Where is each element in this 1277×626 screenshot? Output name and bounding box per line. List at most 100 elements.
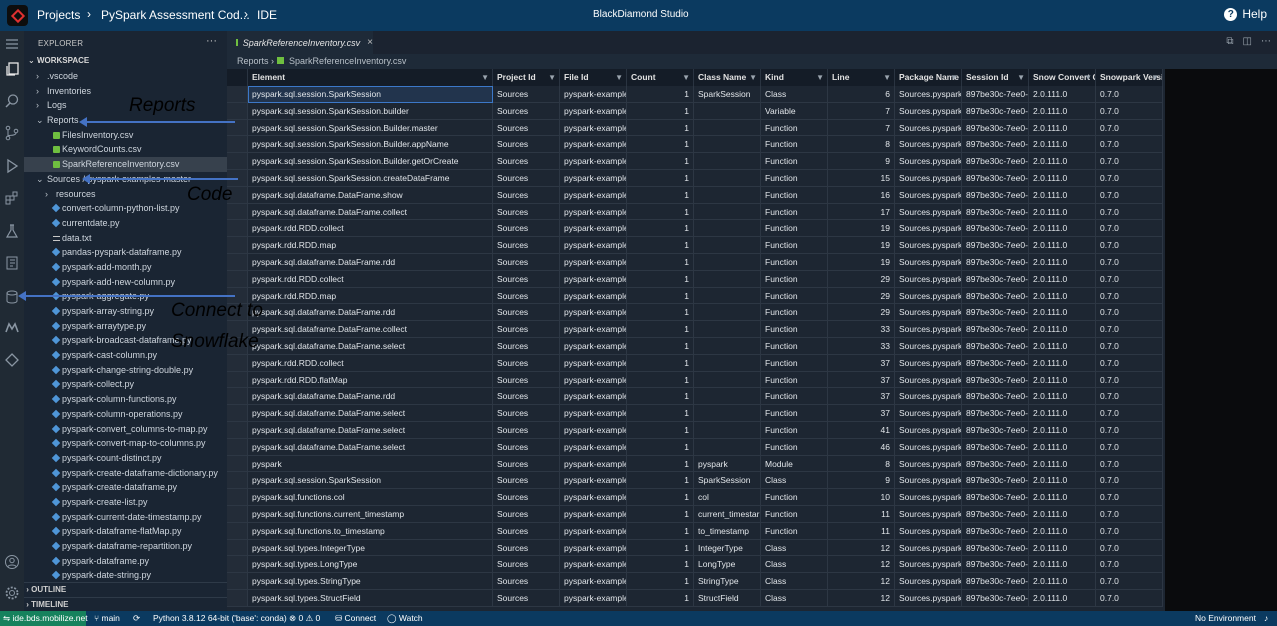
grid-cell[interactable]: pyspark-example xyxy=(560,136,627,154)
grid-cell[interactable]: Sources xyxy=(493,119,560,137)
grid-cell[interactable]: 897be30c-7ee0- xyxy=(962,388,1029,406)
tree-item[interactable]: pyspark-dataframe-repartition.py xyxy=(24,539,227,554)
workspace-header[interactable]: ⌄ WORKSPACE xyxy=(28,56,89,65)
grid-cell[interactable]: Function xyxy=(761,522,828,540)
grid-cell[interactable]: Sources xyxy=(493,522,560,540)
grid-cell[interactable]: Function xyxy=(761,170,828,187)
grid-cell[interactable]: 16 xyxy=(828,186,895,204)
more-actions-icon[interactable]: ··· xyxy=(206,35,217,47)
tree-item[interactable]: data.txt xyxy=(24,231,227,246)
grid-cell[interactable]: pyspark.sql.session.SparkSession.Builder… xyxy=(248,119,493,137)
grid-cell[interactable]: Sources.pyspark xyxy=(895,405,962,422)
grid-cell[interactable]: pyspark-example xyxy=(560,186,627,204)
tree-item[interactable]: pyspark-date-string.py xyxy=(24,568,227,583)
grid-cell[interactable]: Sources.pyspark xyxy=(895,506,962,523)
column-header[interactable]: Snow Convert C ▼ xyxy=(1029,69,1096,86)
grid-cell[interactable]: 0.7.0 xyxy=(1096,86,1163,103)
grid-cell[interactable]: 1 xyxy=(627,388,694,406)
tree-item[interactable]: pyspark-count-distinct.py xyxy=(24,451,227,466)
grid-cell[interactable]: 2.0.111.0 xyxy=(1029,321,1096,338)
grid-cell[interactable]: 0.7.0 xyxy=(1096,371,1163,389)
grid-cell[interactable]: pyspark.sql.session.SparkSession.Builder… xyxy=(248,136,493,154)
menu-icon[interactable] xyxy=(2,34,22,54)
grid-cell[interactable]: 897be30c-7ee0- xyxy=(962,304,1029,322)
account-icon[interactable] xyxy=(2,552,22,572)
grid-cell[interactable]: pyspark.sql.session.SparkSession.createD… xyxy=(248,170,493,187)
grid-cell[interactable]: 2.0.111.0 xyxy=(1029,455,1096,473)
grid-cell[interactable]: 29 xyxy=(828,304,895,322)
grid-cell[interactable]: Sources.pyspark xyxy=(895,371,962,389)
grid-cell[interactable]: 11 xyxy=(828,506,895,523)
grid-cell[interactable]: 0.7.0 xyxy=(1096,220,1163,238)
grid-cell[interactable]: pyspark-example xyxy=(560,489,627,506)
grid-cell[interactable]: 2.0.111.0 xyxy=(1029,102,1096,120)
grid-cell[interactable]: Sources.pyspark xyxy=(895,254,962,271)
filter-icon[interactable]: ▼ xyxy=(1151,69,1159,86)
split-editor-icon[interactable]: ◫ xyxy=(1243,36,1252,47)
breadcrumb-reports[interactable]: Reports xyxy=(237,56,269,66)
grid-cell[interactable]: 0.7.0 xyxy=(1096,472,1163,490)
row-header[interactable] xyxy=(227,405,248,422)
grid-cell[interactable]: Sources.pyspark xyxy=(895,590,962,607)
grid-cell[interactable]: 1 xyxy=(627,220,694,238)
grid-cell[interactable]: pyspark.sql.functions.col xyxy=(248,489,493,506)
row-header[interactable] xyxy=(227,237,248,254)
grid-cell[interactable]: SparkSession xyxy=(694,472,761,490)
notifications-bell-icon[interactable]: ♪ xyxy=(1264,611,1268,626)
grid-cell[interactable]: pyspark.sql.session.SparkSession xyxy=(248,86,493,103)
grid-cell[interactable]: Sources.pyspark xyxy=(895,86,962,103)
grid-cell[interactable] xyxy=(694,304,761,322)
grid-cell[interactable]: pyspark-example xyxy=(560,237,627,254)
grid-cell[interactable]: 1 xyxy=(627,506,694,523)
timeline-section[interactable]: › TIMELINE xyxy=(24,597,227,611)
grid-cell[interactable]: pyspark.sql.types.LongType xyxy=(248,556,493,574)
grid-cell[interactable]: 0.7.0 xyxy=(1096,170,1163,187)
outline-section[interactable]: › OUTLINE xyxy=(24,582,227,596)
grid-cell[interactable]: 0.7.0 xyxy=(1096,287,1163,305)
grid-cell[interactable]: 1 xyxy=(627,270,694,288)
grid-cell[interactable]: pyspark.rdd.RDD.flatMap xyxy=(248,371,493,389)
grid-cell[interactable]: pyspark-example xyxy=(560,287,627,305)
grid-cell[interactable]: 1 xyxy=(627,304,694,322)
grid-cell[interactable]: 2.0.111.0 xyxy=(1029,254,1096,271)
grid-cell[interactable] xyxy=(694,422,761,439)
grid-cell[interactable]: 0.7.0 xyxy=(1096,321,1163,338)
grid-cell[interactable]: pyspark.sql.functions.to_timestamp xyxy=(248,522,493,540)
open-changes-icon[interactable]: ⧉ xyxy=(1226,36,1233,47)
tree-item[interactable]: pyspark-create-dataframe-dictionary.py xyxy=(24,466,227,481)
grid-cell[interactable]: pyspark.sql.types.IntegerType xyxy=(248,539,493,557)
grid-cell[interactable]: 897be30c-7ee0- xyxy=(962,522,1029,540)
grid-cell[interactable]: Sources xyxy=(493,354,560,372)
filter-icon[interactable]: ▼ xyxy=(883,69,891,86)
grid-cell[interactable]: 897be30c-7ee0- xyxy=(962,270,1029,288)
breadcrumb-ide[interactable]: IDE xyxy=(257,8,277,22)
grid-cell[interactable]: Sources.pyspark xyxy=(895,522,962,540)
grid-cell[interactable]: 19 xyxy=(828,220,895,238)
grid-cell[interactable] xyxy=(694,203,761,221)
grid-cell[interactable]: Sources xyxy=(493,556,560,574)
grid-cell[interactable]: 2.0.111.0 xyxy=(1029,590,1096,607)
grid-cell[interactable]: Class xyxy=(761,86,828,103)
grid-cell[interactable]: Sources xyxy=(493,186,560,204)
grid-cell[interactable]: pyspark-example xyxy=(560,338,627,355)
grid-cell[interactable]: 897be30c-7ee0- xyxy=(962,321,1029,338)
column-header[interactable]: File Id ▼ xyxy=(560,69,627,86)
grid-cell[interactable]: Function xyxy=(761,438,828,456)
grid-cell[interactable]: Sources xyxy=(493,203,560,221)
grid-cell[interactable]: 0.7.0 xyxy=(1096,388,1163,406)
grid-cell[interactable]: 19 xyxy=(828,254,895,271)
grid-cell[interactable]: Function xyxy=(761,489,828,506)
blackdiamond-logo-icon[interactable] xyxy=(7,5,28,26)
grid-cell[interactable] xyxy=(694,186,761,204)
grid-cell[interactable]: 46 xyxy=(828,438,895,456)
grid-cell[interactable]: 897be30c-7ee0- xyxy=(962,489,1029,506)
grid-cell[interactable] xyxy=(694,438,761,456)
tree-item[interactable]: pyspark-convert-map-to-columns.py xyxy=(24,436,227,451)
grid-cell[interactable] xyxy=(694,136,761,154)
grid-cell[interactable]: 37 xyxy=(828,354,895,372)
grid-cell[interactable]: 12 xyxy=(828,556,895,574)
grid-cell[interactable]: pyspark-example xyxy=(560,304,627,322)
help-button[interactable]: ? Help xyxy=(1224,7,1267,21)
grid-cell[interactable]: 0.7.0 xyxy=(1096,136,1163,154)
grid-cell[interactable]: Sources xyxy=(493,321,560,338)
